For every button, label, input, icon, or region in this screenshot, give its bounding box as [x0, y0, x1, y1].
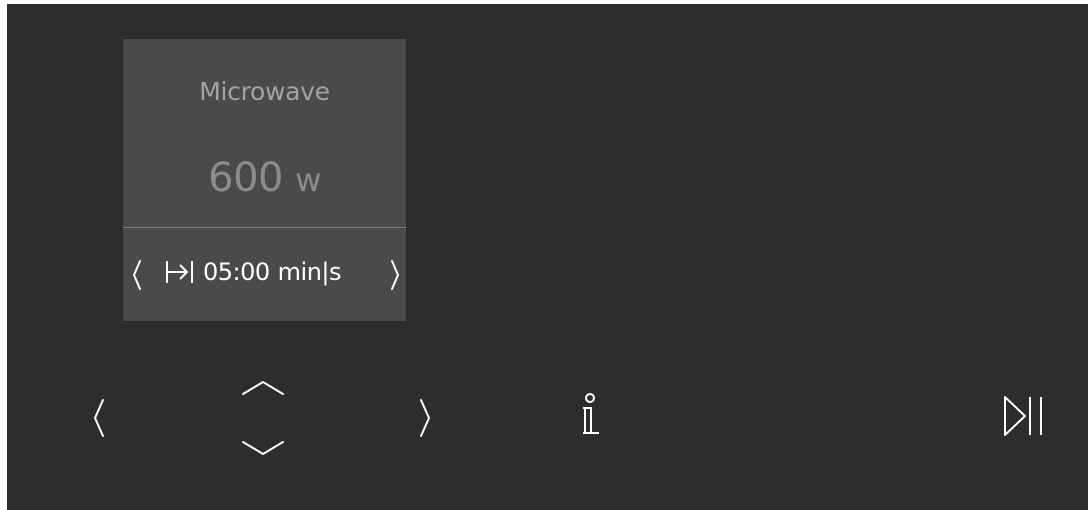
duration-next-icon[interactable] [385, 255, 405, 295]
info-icon[interactable] [575, 390, 605, 440]
mode-title: Microwave [199, 77, 330, 106]
power-unit: w [295, 161, 321, 199]
chevron-down-icon[interactable] [239, 436, 287, 462]
duration-prev-icon[interactable] [127, 255, 147, 295]
oven-display: Microwave 600 w 05:00 min|s [7, 4, 1088, 510]
duration-display: 05:00 min|s [163, 257, 373, 287]
duration-unit: min|s [277, 258, 342, 286]
chevron-left-icon[interactable] [89, 396, 109, 440]
chevron-up-icon[interactable] [239, 374, 287, 400]
microwave-mode-card[interactable]: Microwave 600 w 05:00 min|s [122, 38, 407, 322]
power-number: 600 [208, 155, 283, 201]
chevron-right-icon[interactable] [415, 396, 435, 440]
power-value[interactable]: 600 w [123, 155, 406, 201]
duration-set-icon [166, 261, 193, 283]
duration-value: 05:00 [203, 258, 270, 286]
duration-selector[interactable]: 05:00 min|s [123, 228, 406, 322]
play-pause-icon[interactable] [1001, 392, 1055, 442]
